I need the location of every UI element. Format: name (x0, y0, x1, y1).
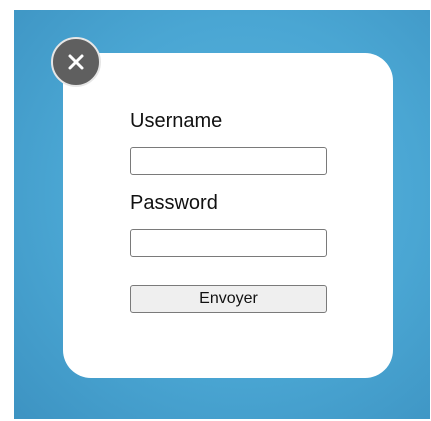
username-label: Username (130, 110, 223, 132)
close-icon (68, 54, 84, 70)
submit-button[interactable]: Envoyer (130, 285, 327, 313)
login-form: Username Password Envoyer (130, 108, 330, 313)
username-input[interactable] (130, 147, 327, 175)
close-button[interactable] (51, 37, 101, 87)
password-input[interactable] (130, 229, 327, 257)
password-label: Password (130, 192, 218, 214)
